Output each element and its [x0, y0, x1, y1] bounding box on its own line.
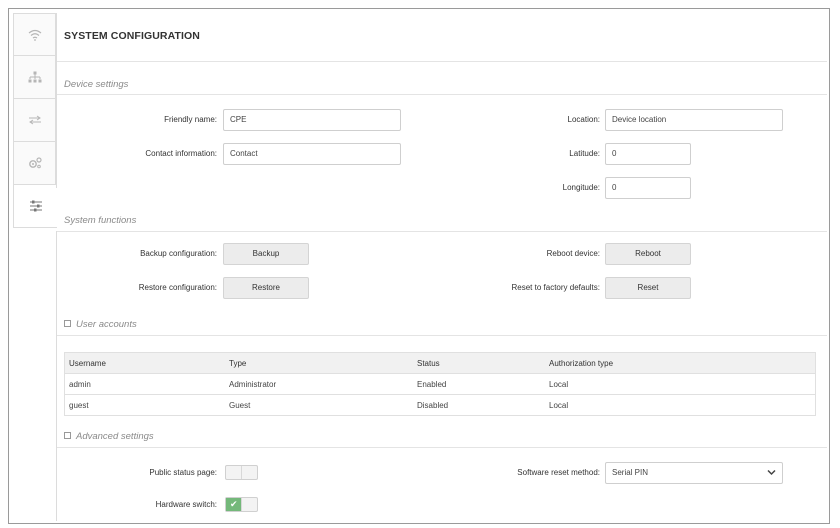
table-row[interactable]: guest Guest Disabled Local: [65, 394, 815, 415]
sidebar-item-advanced[interactable]: [13, 142, 56, 185]
longitude-label: Longitude:: [562, 183, 600, 192]
public-status-page-toggle[interactable]: [225, 465, 258, 480]
hardware-switch-label: Hardware switch:: [155, 500, 217, 509]
main-content: SYSTEM CONFIGURATION Device settings Fri…: [57, 13, 827, 521]
software-reset-method-label: Software reset method:: [517, 468, 600, 477]
sidebar: [13, 13, 57, 521]
sidebar-item-wireless[interactable]: [13, 13, 56, 56]
backup-button[interactable]: Backup: [223, 243, 309, 265]
latitude-input[interactable]: 0: [605, 143, 691, 165]
collapse-icon: [64, 432, 71, 439]
sidebar-item-system[interactable]: [13, 185, 57, 228]
column-header-type[interactable]: Type: [225, 359, 413, 368]
column-header-status[interactable]: Status: [413, 359, 545, 368]
cell-username: admin: [69, 379, 91, 389]
collapse-icon: [64, 320, 71, 327]
software-reset-method-value: Serial PIN: [612, 468, 649, 477]
hardware-switch-toggle[interactable]: ✔: [225, 497, 258, 512]
backup-configuration-label: Backup configuration:: [140, 249, 217, 258]
sidebar-item-services[interactable]: [13, 99, 56, 142]
restore-button[interactable]: Restore: [223, 277, 309, 299]
friendly-name-input[interactable]: CPE: [223, 109, 401, 131]
toggle-off-half: [226, 466, 242, 479]
restore-configuration-label: Restore configuration:: [138, 283, 217, 292]
reboot-device-label: Reboot device:: [546, 249, 600, 258]
arrows-exchange-icon: [28, 115, 41, 125]
app-frame: SYSTEM CONFIGURATION Device settings Fri…: [8, 8, 830, 524]
sliders-icon: [29, 200, 42, 212]
divider: [57, 231, 827, 232]
table-header-row: Username Type Status Authorization type: [65, 353, 815, 373]
contact-information-input[interactable]: Contact: [223, 143, 401, 165]
cell-type: Administrator: [229, 379, 277, 389]
cell-authorization-type: Local: [549, 400, 569, 410]
table-row[interactable]: admin Administrator Enabled Local: [65, 373, 815, 394]
cell-authorization-type: Local: [549, 379, 569, 389]
cell-status: Disabled: [417, 400, 449, 410]
reboot-button[interactable]: Reboot: [605, 243, 691, 265]
wifi-icon: [28, 29, 41, 41]
contact-information-label: Contact information:: [145, 149, 217, 158]
check-icon: ✔: [226, 498, 242, 511]
section-title-user-accounts: User accounts: [76, 319, 137, 330]
gears-icon: [28, 157, 42, 169]
chevron-down-icon: [767, 469, 776, 476]
network-tree-icon: [28, 71, 41, 83]
toggle-on-half: [242, 466, 257, 479]
column-header-username[interactable]: Username: [65, 359, 225, 368]
public-status-page-label: Public status page:: [149, 468, 217, 477]
page-title: SYSTEM CONFIGURATION: [64, 30, 200, 42]
divider: [57, 335, 827, 336]
cell-username: guest: [69, 400, 89, 410]
reset-factory-label: Reset to factory defaults:: [511, 283, 601, 292]
software-reset-method-select[interactable]: Serial PIN: [605, 462, 783, 484]
section-title-advanced-settings: Advanced settings: [76, 431, 154, 442]
divider: [57, 61, 827, 62]
divider: [57, 447, 827, 448]
user-accounts-table: Username Type Status Authorization type …: [64, 352, 816, 416]
column-header-authorization-type[interactable]: Authorization type: [545, 359, 815, 368]
sidebar-item-network[interactable]: [13, 56, 56, 99]
friendly-name-label: Friendly name:: [164, 115, 217, 124]
location-input[interactable]: Device location: [605, 109, 783, 131]
longitude-input[interactable]: 0: [605, 177, 691, 199]
toggle-off-half: [241, 498, 257, 511]
section-user-accounts[interactable]: User accounts: [64, 319, 137, 330]
section-title-system-functions: System functions: [64, 215, 137, 226]
cell-type: Guest: [229, 400, 251, 410]
divider: [57, 94, 827, 95]
cell-status: Enabled: [417, 379, 447, 389]
reset-button[interactable]: Reset: [605, 277, 691, 299]
section-advanced-settings[interactable]: Advanced settings: [64, 431, 154, 442]
latitude-label: Latitude:: [569, 149, 600, 158]
section-title-device-settings: Device settings: [64, 79, 129, 90]
location-label: Location:: [567, 115, 600, 124]
